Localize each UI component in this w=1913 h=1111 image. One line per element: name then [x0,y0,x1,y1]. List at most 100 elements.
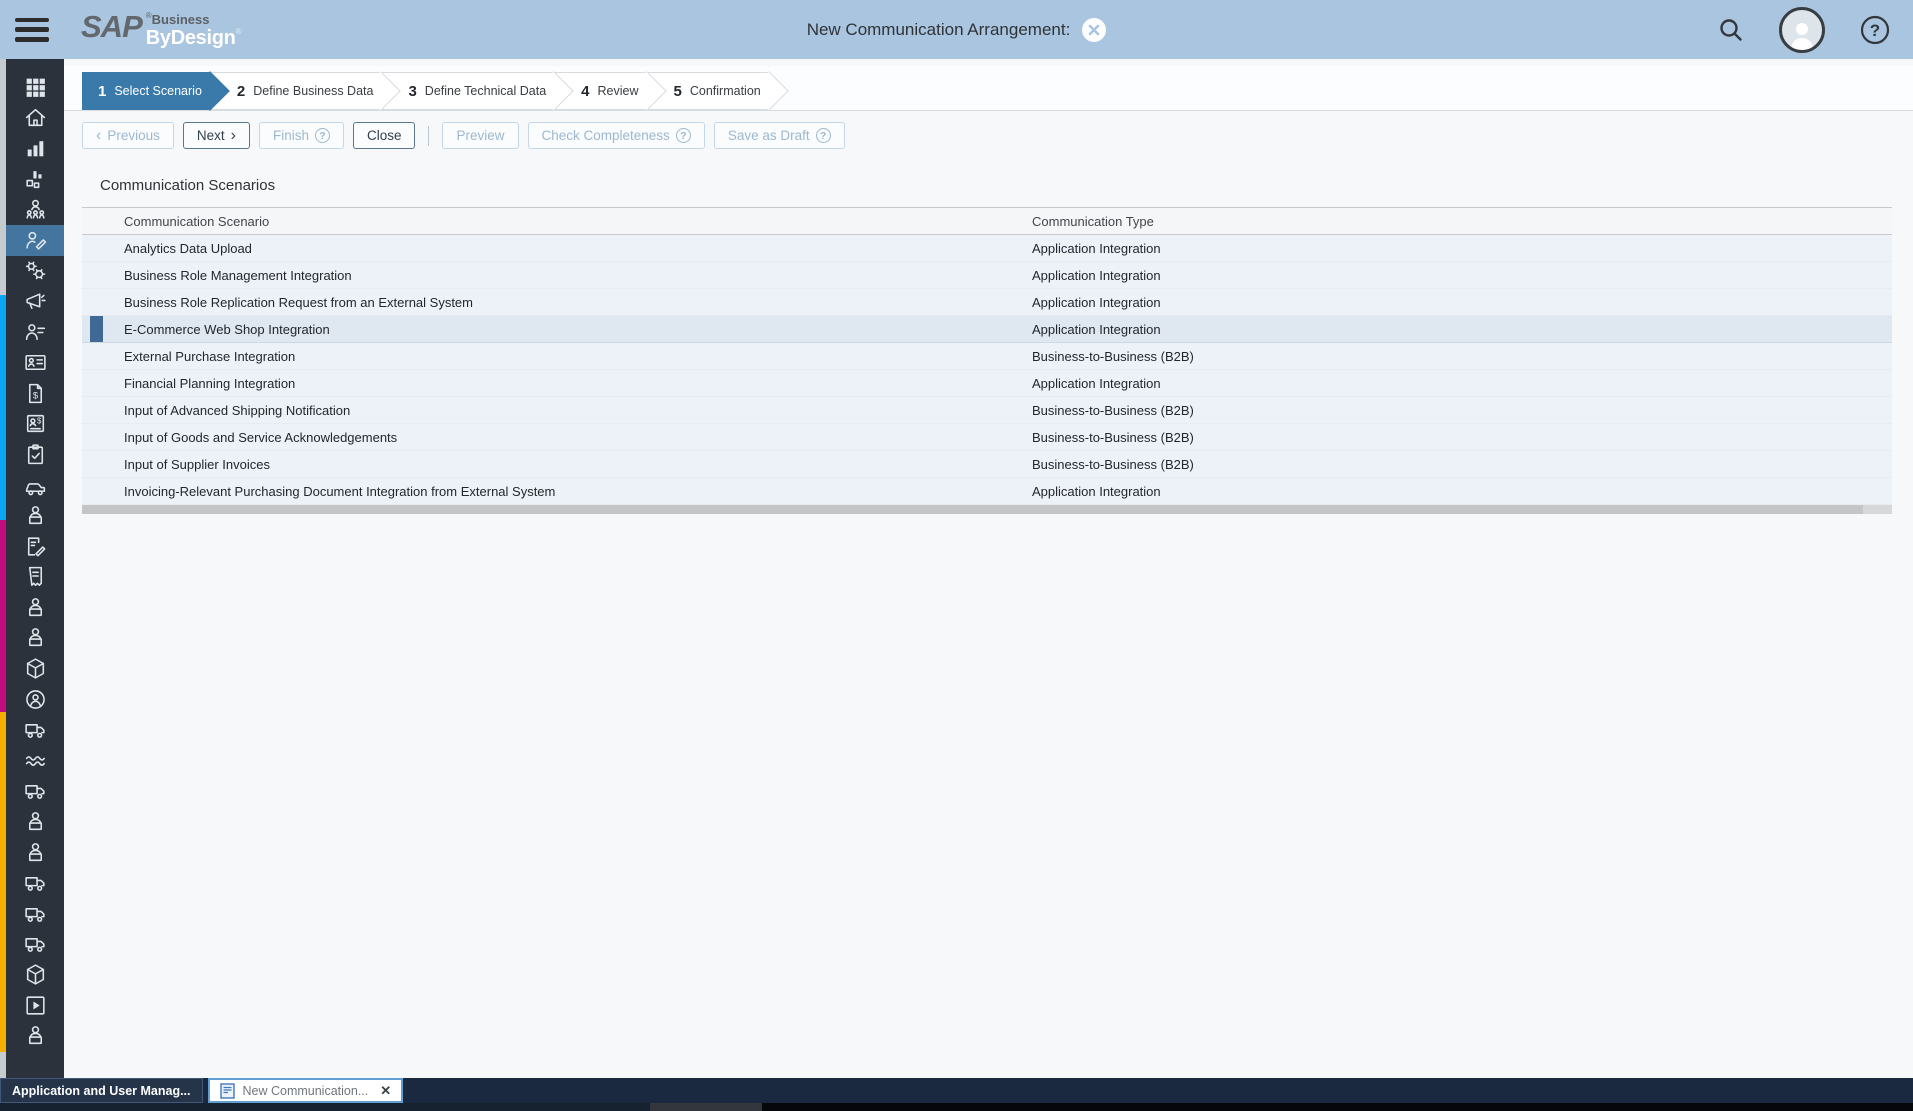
table-row[interactable]: Financial Planning Integration Applicatio… [82,370,1892,397]
sidebar-item-people-group[interactable] [6,194,64,225]
home-icon [23,105,48,130]
scenario-cell[interactable]: External Purchase Integration [102,343,1010,369]
sidebar-item-truck[interactable] [6,929,64,960]
search-icon[interactable] [1717,16,1745,44]
sidebar-item-person-list[interactable] [6,317,64,348]
close-arrangement-icon[interactable] [1082,17,1107,42]
sidebar-item-home[interactable] [6,103,64,134]
wizard-step-3[interactable]: 3 Define Technical Data [381,72,555,110]
row-select-gutter[interactable] [82,343,104,369]
sidebar-item-truck[interactable] [6,898,64,929]
sidebar-item-document-dollar[interactable] [6,378,64,409]
sidebar-item-truck[interactable] [6,714,64,745]
check-completeness-button[interactable]: Check Completeness? [527,122,705,149]
sidebar-item-clipboard-check[interactable] [6,439,64,470]
row-select-gutter[interactable] [82,235,104,261]
column-header-communication-scenario[interactable]: Communication Scenario [102,208,1010,234]
taskbar-tab-2[interactable]: New Communication... ✕ [207,1078,404,1103]
scenario-cell[interactable]: Analytics Data Upload [102,235,1010,261]
previous-button[interactable]: ‹ Previous [82,122,174,149]
table-row[interactable]: Input of Goods and Service Acknowledgeme… [82,424,1892,451]
row-select-gutter[interactable] [82,316,104,342]
wizard-step-2[interactable]: 2 Define Business Data [209,72,382,110]
sidebar-nav [6,59,64,1051]
row-select-gutter[interactable] [82,451,104,477]
sidebar-item-truck[interactable] [6,867,64,898]
table-row[interactable]: Input of Advanced Shipping Notification B… [82,397,1892,424]
next-button[interactable]: Next › [182,122,250,149]
sidebar-item-org-chart[interactable] [6,164,64,195]
type-cell[interactable]: Application Integration [1010,289,1892,315]
sidebar-item-document-edit[interactable] [6,531,64,562]
table-row[interactable]: Business Role Management Integration Appl… [82,262,1892,289]
scenario-cell[interactable]: Input of Supplier Invoices [102,451,1010,477]
row-select-gutter[interactable] [82,424,104,450]
table-row[interactable]: E-Commerce Web Shop Integration Applicati… [82,316,1892,343]
wizard-step-label: Confirmation [689,84,761,98]
wizard-step-label: Review [597,84,639,98]
scenario-cell[interactable]: Financial Planning Integration [102,370,1010,396]
sidebar-item-megaphone[interactable] [6,286,64,317]
sidebar-item-person-headset[interactable] [6,684,64,715]
wizard-step-1[interactable]: 1 Select Scenario [82,72,210,110]
sidebar-item-package-box[interactable] [6,959,64,990]
scrollbar-thumb[interactable] [82,505,1864,514]
horizontal-scrollbar[interactable] [82,505,1892,514]
row-select-gutter[interactable] [82,262,104,288]
type-cell[interactable]: Business-to-Business (B2B) [1010,424,1892,450]
taskbar-tab-1[interactable]: Application and User Manag... [0,1078,203,1103]
sidebar-item-bar-chart[interactable] [6,133,64,164]
taskbar-tab-label: New Communication... [242,1083,369,1098]
scenario-cell[interactable]: Business Role Replication Request from a… [102,289,1010,315]
type-cell[interactable]: Application Integration [1010,478,1892,504]
type-cell[interactable]: Application Integration [1010,316,1892,342]
row-select-gutter[interactable] [82,478,104,504]
type-cell[interactable]: Business-to-Business (B2B) [1010,397,1892,423]
scenario-cell[interactable]: Input of Goods and Service Acknowledgeme… [102,424,1010,450]
type-cell[interactable]: Business-to-Business (B2B) [1010,451,1892,477]
table-row[interactable]: Input of Supplier Invoices Business-to-Bu… [82,451,1892,478]
table-row[interactable]: Analytics Data Upload Application Integra… [82,235,1892,262]
sidebar-item-package-box[interactable] [6,653,64,684]
sidebar-item-person-desk[interactable] [6,806,64,837]
help-icon[interactable]: ? [1859,14,1891,46]
sidebar-item-person-desk[interactable] [6,500,64,531]
table-row[interactable]: External Purchase Integration Business-to… [82,343,1892,370]
sidebar-item-person-desk[interactable] [6,1020,64,1051]
row-select-gutter[interactable] [82,289,104,315]
sidebar-item-play[interactable] [6,990,64,1021]
sidebar-item-person-desk[interactable] [6,837,64,868]
table-row[interactable]: Invoicing-Relevant Purchasing Document I… [82,478,1892,505]
type-cell[interactable]: Application Integration [1010,235,1892,261]
column-header-communication-type[interactable]: Communication Type [1010,208,1892,234]
sidebar-item-user-edit[interactable] [6,224,64,256]
type-cell[interactable]: Application Integration [1010,262,1892,288]
finish-button[interactable]: Finish? [258,122,344,149]
save-as-draft-button[interactable]: Save as Draft? [713,122,845,149]
sidebar-item-person-desk[interactable] [6,592,64,623]
scenario-cell[interactable]: E-Commerce Web Shop Integration [102,316,1010,342]
sidebar-item-id-card[interactable] [6,347,64,378]
sidebar-item-receipt[interactable] [6,562,64,593]
row-select-gutter[interactable] [82,397,104,423]
sidebar-item-truck[interactable] [6,776,64,807]
sidebar-item-car[interactable] [6,470,64,501]
row-select-gutter[interactable] [82,370,104,396]
type-cell[interactable]: Application Integration [1010,370,1892,396]
table-row[interactable]: Business Role Replication Request from a… [82,289,1892,316]
sidebar-item-apps-grid[interactable] [6,72,64,103]
sidebar-item-waves[interactable] [6,745,64,776]
sidebar-item-person-desk[interactable] [6,623,64,654]
user-avatar[interactable] [1779,6,1825,53]
scenario-cell[interactable]: Invoicing-Relevant Purchasing Document I… [102,478,1010,504]
type-cell[interactable]: Business-to-Business (B2B) [1010,343,1892,369]
chevron-left-icon: ‹ [96,126,102,144]
scenario-cell[interactable]: Input of Advanced Shipping Notification [102,397,1010,423]
scenario-cell[interactable]: Business Role Management Integration [102,262,1010,288]
close-tab-icon[interactable]: ✕ [380,1083,391,1099]
hamburger-menu-icon[interactable] [15,17,49,42]
sidebar-item-person-card-dollar[interactable] [6,409,64,440]
sidebar-item-gears[interactable] [6,256,64,287]
close-button[interactable]: Close [352,122,416,149]
preview-button[interactable]: Preview [442,122,519,149]
